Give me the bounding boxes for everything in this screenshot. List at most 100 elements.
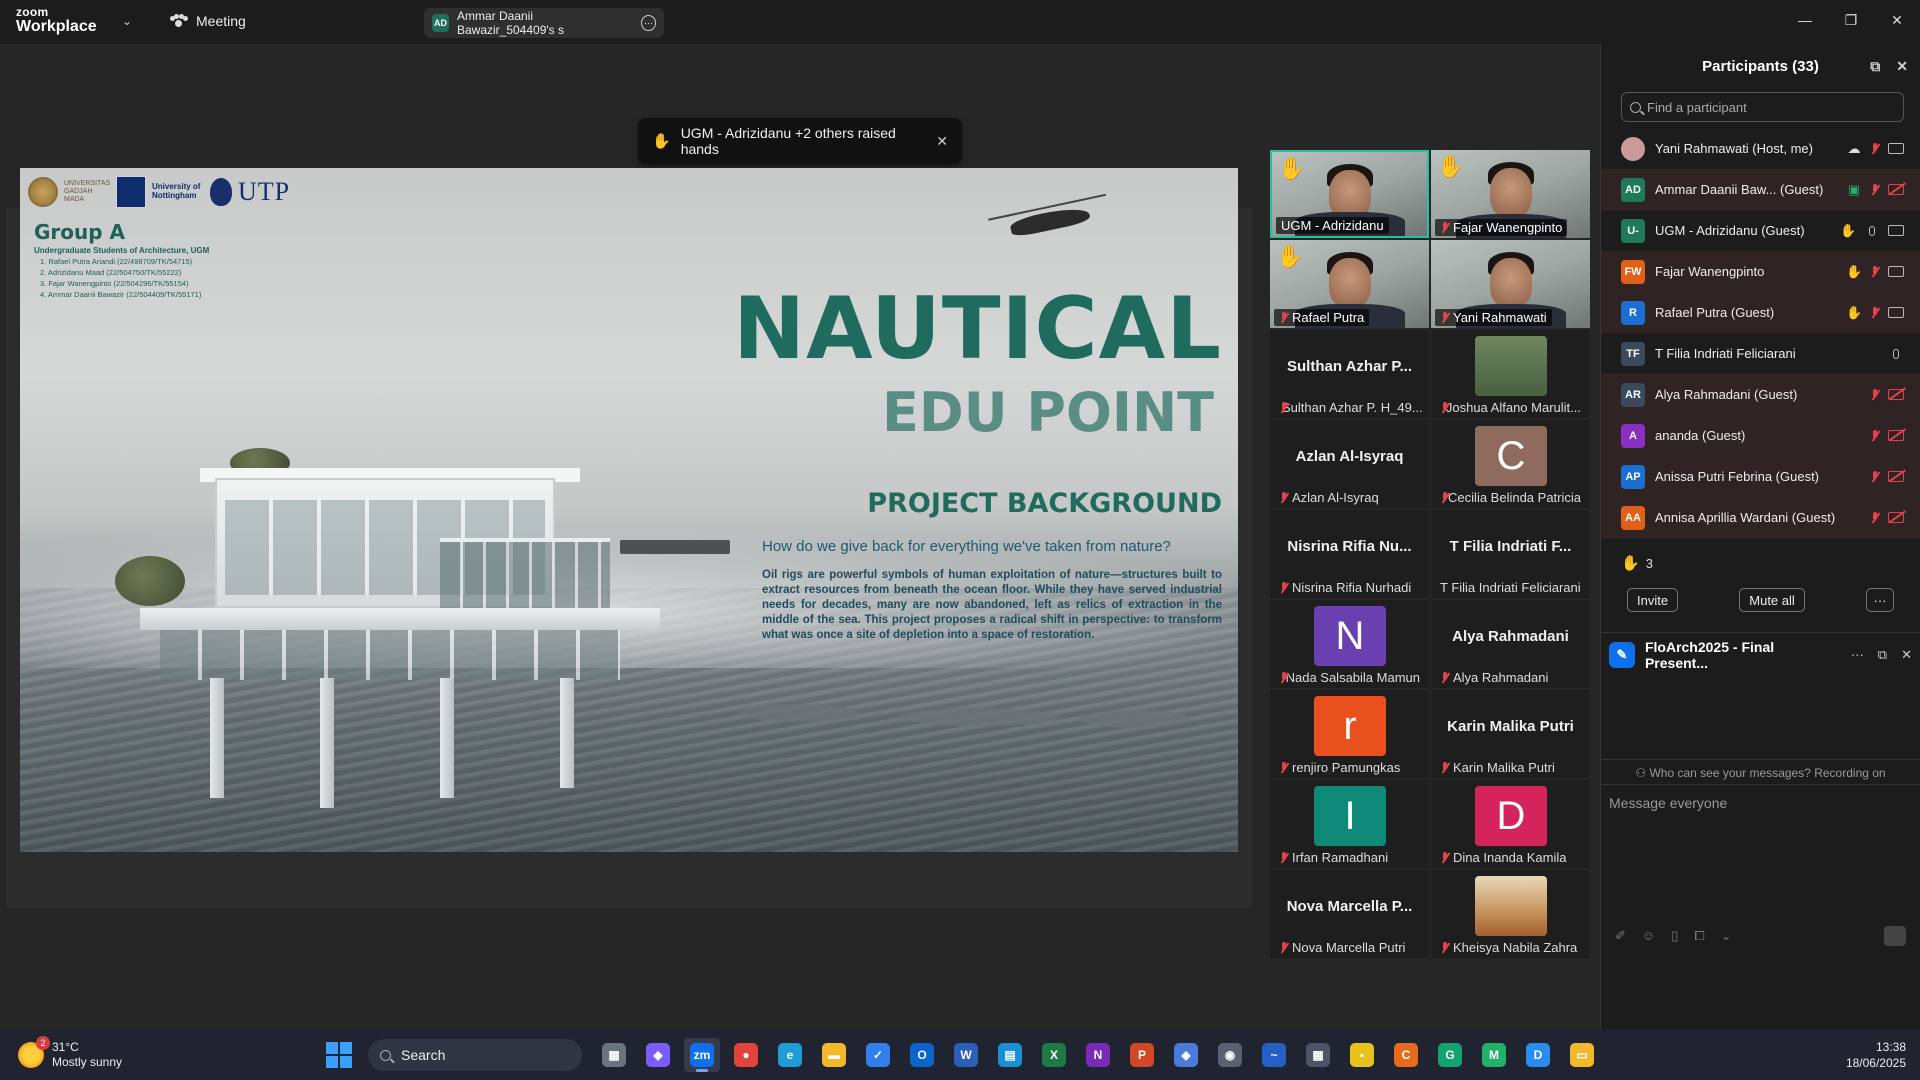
participant-tile[interactable]: T Filia Indriati F... T Filia Indriati Fe… <box>1431 510 1590 598</box>
restore-button[interactable]: ❐ <box>1828 0 1874 40</box>
chevron-down-icon[interactable]: ⌄ <box>1721 928 1732 944</box>
participant-row[interactable]: Yani Rahmawati (Host, me) ☁ <box>1601 128 1920 169</box>
participant-row[interactable]: R Rafael Putra (Guest) ✋ <box>1601 292 1920 333</box>
participant-name: Rafael Putra <box>1292 310 1365 325</box>
emoji-icon[interactable]: ☺ <box>1642 928 1655 944</box>
participant-tile[interactable]: Nisrina Rifia Nu... Nisrina Rifia Nurhadi <box>1270 510 1429 598</box>
send-button[interactable] <box>1884 926 1906 946</box>
people-icon: ⚇ <box>1635 766 1650 780</box>
participant-name: Nisrina Rifia Nurhadi <box>1292 580 1412 595</box>
participant-photo <box>1475 876 1547 936</box>
taskbar-app-button[interactable]: ▪ <box>1344 1038 1380 1072</box>
participant-row[interactable]: FW Fajar Wanengpinto ✋ <box>1601 251 1920 292</box>
chat-title[interactable]: FloArch2025 - Final Present... <box>1645 639 1841 671</box>
participant-tile[interactable]: Azlan Al-Isyraq Azlan Al-Isyraq <box>1270 420 1429 508</box>
taskbar-app-button[interactable]: ▬ <box>816 1038 852 1072</box>
close-icon[interactable]: ✕ <box>1901 647 1912 663</box>
weather-widget[interactable]: 2 31°C Mostly sunny <box>18 1036 122 1070</box>
mute-all-button[interactable]: Mute all <box>1739 588 1805 612</box>
participant-row[interactable]: AR Alya Rahmadani (Guest) <box>1601 374 1920 415</box>
participant-name-tag: Nada Salsabila Mamun <box>1274 669 1425 686</box>
participant-row[interactable]: Aananda (Guest) <box>1601 415 1920 456</box>
video-tile[interactable]: ✋ UGM - Adrizidanu <box>1270 150 1429 238</box>
raised-hands-banner[interactable]: ✋ UGM - Adrizidanu +2 others raised hand… <box>638 118 962 164</box>
participant-tile[interactable]: Karin Malika Putri Karin Malika Putri <box>1431 690 1590 778</box>
windows-start-icon[interactable] <box>326 1042 352 1068</box>
taskbar-app-button[interactable]: ✓ <box>860 1038 896 1072</box>
taskbar-app-button[interactable]: P <box>1124 1038 1160 1072</box>
more-options-icon[interactable]: ··· <box>640 15 656 31</box>
taskbar-app-button[interactable]: N <box>1080 1038 1116 1072</box>
taskbar-app-button[interactable]: ~ <box>1256 1038 1292 1072</box>
participant-tile[interactable]: N Nada Salsabila Mamun <box>1270 600 1429 688</box>
taskbar-app-button[interactable]: ▭ <box>1564 1038 1600 1072</box>
taskbar-app-button[interactable]: ◉ <box>1212 1038 1248 1072</box>
participant-tile[interactable]: C Cecilia Belinda Patricia <box>1431 420 1590 508</box>
taskbar-app-button[interactable]: O <box>904 1038 940 1072</box>
participant-tile[interactable]: r renjiro Pamungkas <box>1270 690 1429 778</box>
mic-muted-icon <box>1279 581 1289 594</box>
close-icon[interactable]: ✕ <box>1896 58 1908 75</box>
outlook-icon: O <box>910 1043 934 1067</box>
taskbar-app-button[interactable]: W <box>948 1038 984 1072</box>
minimize-button[interactable]: — <box>1782 0 1828 40</box>
taskbar-app-button[interactable]: zm <box>684 1038 720 1072</box>
participant-search-input[interactable]: Find a participant <box>1621 92 1904 122</box>
taskbar-app-button[interactable]: ◆ <box>640 1038 676 1072</box>
more-options-icon[interactable]: ··· <box>1851 647 1864 663</box>
raised-hands-count[interactable]: ✋ 3 <box>1601 538 1920 580</box>
format-icon[interactable]: ✐ <box>1615 928 1626 944</box>
pop-out-icon[interactable]: ⧉ <box>1878 647 1887 663</box>
close-icon[interactable]: ✕ <box>936 133 948 150</box>
participant-name: Yani Rahmawati (Host, me) <box>1655 141 1813 156</box>
participant-row[interactable]: AP Anissa Putri Febrina (Guest) <box>1601 456 1920 497</box>
more-button[interactable]: ··· <box>1865 588 1894 612</box>
participant-row[interactable]: AD Ammar Daanii Baw... (Guest) ▣ <box>1601 169 1920 210</box>
taskbar-app-button[interactable]: C <box>1388 1038 1424 1072</box>
participant-tile[interactable]: Sulthan Azhar P... Sulthan Azhar P. H_49.… <box>1270 330 1429 418</box>
taskbar-app-button[interactable]: D <box>1520 1038 1556 1072</box>
taskbar-search-input[interactable]: Search <box>368 1039 582 1071</box>
participant-tile[interactable]: Joshua Alfano Marulit... <box>1431 330 1590 418</box>
building-lower-floor <box>160 630 620 680</box>
invite-button[interactable]: Invite <box>1627 588 1679 612</box>
taskbar-app-button[interactable]: ▦ <box>1300 1038 1336 1072</box>
meeting-menu[interactable]: Meeting <box>170 13 246 29</box>
copilot-icon: ◆ <box>646 1043 670 1067</box>
participant-name-tag: renjiro Pamungkas <box>1274 759 1405 776</box>
system-clock[interactable]: 13:38 18/06/2025 <box>1846 1039 1906 1071</box>
participant-tile[interactable]: D Dina Inanda Kamila <box>1431 780 1590 868</box>
taskbar-app-button[interactable]: ● <box>728 1038 764 1072</box>
participant-tile[interactable]: Kheisya Nabila Zahra <box>1431 870 1590 958</box>
rig-pillar <box>440 678 454 798</box>
participant-row[interactable]: TF T Filia Indriati Feliciarani <box>1601 333 1920 374</box>
close-button[interactable]: ✕ <box>1874 0 1920 40</box>
taskbar-app-button[interactable]: G <box>1432 1038 1468 1072</box>
participant-row[interactable]: AA Annisa Aprillia Wardani (Guest) <box>1601 497 1920 538</box>
taskbar-app-button[interactable]: ◈ <box>1168 1038 1204 1072</box>
chevron-down-icon[interactable]: ⌄ <box>122 14 132 28</box>
participant-display-name: Karin Malika Putri <box>1447 718 1574 735</box>
participant-tile[interactable]: I Irfan Ramadhani <box>1270 780 1429 868</box>
participant-name: Irfan Ramadhani <box>1292 850 1389 865</box>
zoom-workplace-logo[interactable]: zoom Workplace <box>16 6 97 35</box>
pop-out-icon[interactable]: ⧉ <box>1870 58 1880 75</box>
taskbar-app-button[interactable]: M <box>1476 1038 1512 1072</box>
taskbar-app-button[interactable]: e <box>772 1038 808 1072</box>
screen-share-tab[interactable]: AD Ammar Daanii Bawazir_504409's s ··· <box>424 8 664 38</box>
participant-name-tag: Rafael Putra <box>1274 309 1370 326</box>
screenshot-icon[interactable]: ⧠ <box>1694 928 1704 944</box>
video-tile[interactable]: ✋ Rafael Putra <box>1270 240 1429 328</box>
participant-tile[interactable]: Nova Marcella P... Nova Marcella Putri <box>1270 870 1429 958</box>
chat-privacy-note[interactable]: ⚇ Who can see your messages? Recording o… <box>1601 759 1920 780</box>
chat-message-input[interactable]: Message everyone ✐ ☺ ▯ ⧠ ⌄ <box>1601 784 1920 954</box>
participant-row[interactable]: U- UGM - Adrizidanu (Guest) ✋ <box>1601 210 1920 251</box>
taskbar-app-button[interactable]: ▦ <box>596 1038 632 1072</box>
video-tile[interactable]: ✋ Fajar Wanengpinto <box>1431 150 1590 238</box>
video-tile[interactable]: Yani Rahmawati <box>1431 240 1590 328</box>
taskbar-app-button[interactable]: X <box>1036 1038 1072 1072</box>
file-icon[interactable]: ▯ <box>1671 928 1678 944</box>
participant-tile[interactable]: Alya Rahmadani Alya Rahmadani <box>1431 600 1590 688</box>
taskbar-app-button[interactable]: ▤ <box>992 1038 1028 1072</box>
utp-logo-text: UTP <box>238 177 291 206</box>
